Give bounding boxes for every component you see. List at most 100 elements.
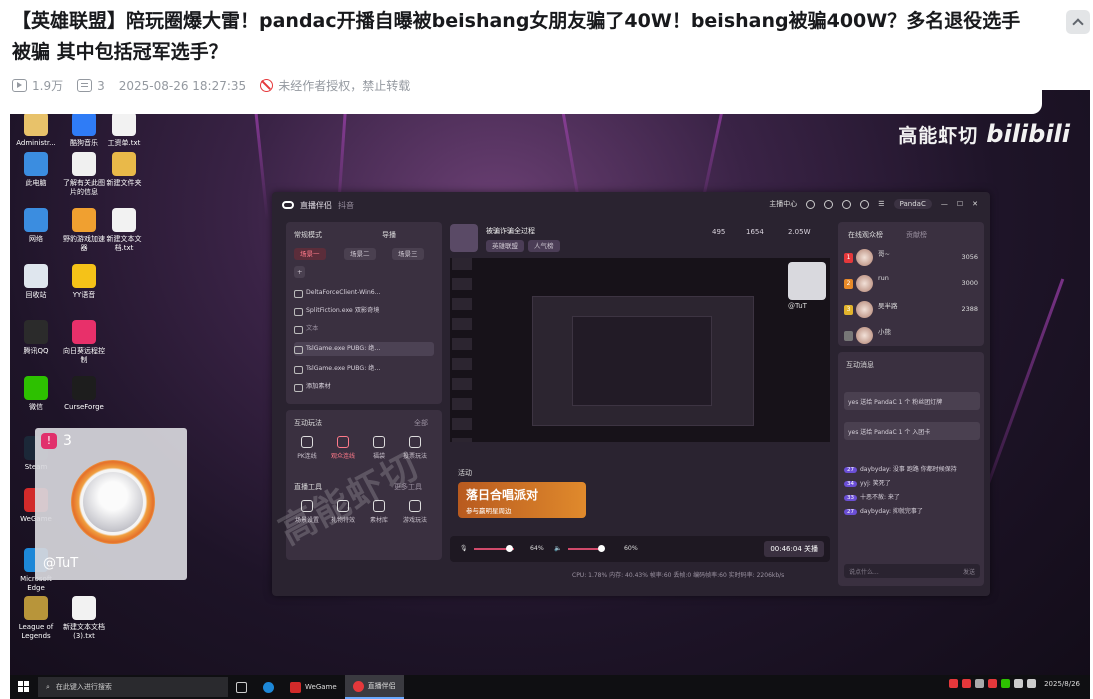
video-player[interactable]: 高能虾切 bilibili Administr... 酷狗音乐 工资单.txt 此电脑… [10,90,1090,699]
scene-tab-3[interactable]: 场景三 [392,248,424,260]
desktop-icon-label: 新建文本文档 (3).txt [63,623,105,640]
close-icon[interactable]: ✕ [972,200,978,208]
desktop-icon[interactable]: 新建文本文档.txt [102,208,146,253]
speaker-slider-knob[interactable] [598,545,605,552]
desktop-icon[interactable]: 微信 [14,376,58,412]
source-row-selected[interactable]: TslGame.exe PUBG: 绝... [294,342,434,356]
popularity-tag[interactable]: 人气榜 [528,240,560,252]
headset-icon[interactable] [824,199,834,209]
mode-label[interactable]: 常规模式 [294,230,322,240]
menu-icon[interactable]: ☰ [878,200,884,208]
desktop-app-icon [112,208,136,232]
chat-input[interactable]: 说点什么... 发送 [844,564,980,578]
desktop-icon[interactable]: 酷狗音乐 [62,112,106,148]
add-source-button[interactable]: 添加素材 [294,380,434,394]
desktop-icon[interactable]: 此电脑 [14,152,58,188]
scene-tab-1[interactable]: 场景一 [294,248,326,260]
tray-icon[interactable] [1014,679,1024,688]
desktop-icon[interactable]: CurseForge [62,376,106,412]
scene-tab-2[interactable]: 场景二 [344,248,376,260]
user-account[interactable]: PandaC [893,199,932,209]
live-timer-end-button[interactable]: 00:46:04 关播 [764,541,824,557]
maximize-icon[interactable]: ☐ [957,200,963,208]
viewer-avatar [856,275,873,292]
desktop-icon-label: League of Legends [18,623,54,640]
publish-time: 2025-08-26 18:27:35 [118,78,247,93]
anchor-center-link[interactable]: 主播中心 [769,199,797,209]
viewer-row[interactable]: 2 run 3000 [844,272,980,296]
desktop-icon[interactable]: 网络 [14,208,58,244]
taskbar-search[interactable]: ⌕ 在此键入进行搜索 [38,677,228,697]
windows-start-icon[interactable] [10,675,38,699]
message-icon[interactable] [842,199,852,209]
desktop-icon[interactable]: 向日葵远程控制 [62,320,106,365]
stat-likes: 1654 [746,228,764,236]
stream-preview[interactable]: @TuT [450,258,830,442]
watermark-text: 高能虾切 [898,124,979,147]
guide-label[interactable]: 导播 [382,230,396,240]
desktop-icon-label: 工资单.txt [107,139,141,147]
stream-title[interactable]: 被骗诈骗全过程 [486,226,535,236]
desktop-icon-label: 此电脑 [25,179,47,187]
desktop-icon[interactable]: 工资单.txt [102,112,146,148]
viewer-count: 3 [63,433,72,449]
send-button[interactable]: 发送 [963,567,975,576]
desktop-icon[interactable]: YY语音 [62,264,106,300]
collapse-button[interactable] [1066,10,1090,34]
desktop-icon[interactable]: 新建文件夹 [102,152,146,188]
mic-slider-knob[interactable] [506,545,513,552]
app-title: 直播伴侣 [300,200,332,210]
audience-link-tool[interactable]: 观众连线 [326,436,360,460]
desktop-icon[interactable]: 新建文本文档 (3).txt [62,596,106,641]
pk-tool[interactable]: PK连线 [290,436,324,460]
online-tab[interactable]: 在线观众榜 [848,230,883,240]
taskbar-app-live-companion[interactable]: 直播伴侣 [344,675,404,699]
activity-banner-sub: 参与赢明星周边 [466,507,512,515]
stream-cover [450,224,478,252]
viewer-row[interactable]: 3 吴半路 2388 [844,298,980,322]
desktop-app-icon [72,376,96,400]
minimize-icon[interactable]: — [941,200,948,208]
chat-message: 34 yyj: 笑死了 [844,478,980,487]
speaker-slider[interactable] [568,548,600,550]
desktop-icon[interactable]: 回收站 [14,264,58,300]
tray-icon[interactable] [949,679,959,688]
source-row[interactable]: SplitFiction.exe 双影奇境 [294,304,434,318]
desktop-icon[interactable]: League of Legends [14,596,58,641]
danmaku-count: 3 [97,78,105,93]
viewer-row[interactable]: 小熊 [844,324,980,348]
desktop-icon[interactable]: 了解有关此图片的信息 [62,152,106,197]
desktop-icon[interactable]: Administr... [14,112,58,148]
contribution-tab[interactable]: 贡献榜 [906,230,927,240]
source-row[interactable]: TslGame.exe PUBG: 绝... [294,362,434,376]
tray-icon[interactable] [975,679,985,688]
app-subtitle: 抖音 [338,200,354,210]
record-icon[interactable] [806,199,816,209]
game-play-tool[interactable]: 游戏玩法 [398,500,432,524]
help-icon[interactable] [860,199,870,209]
chat-message-text: daybyday: 抑就完事了 [860,508,923,515]
chevron-up-icon [1072,18,1084,30]
task-view-icon[interactable] [228,675,255,699]
viewer-row[interactable]: 1 哥~ 3056 [844,246,980,270]
tray-icon[interactable] [988,679,998,688]
nested-preview-inner [572,316,712,406]
desktop-icon[interactable]: 野豹游戏加速器 [62,208,106,253]
taskbar-app-wegame[interactable]: WeGame [282,675,345,699]
source-row[interactable]: 文本 [294,322,434,336]
all-link[interactable]: 全部 [414,418,428,428]
mic-icon[interactable]: 🎙 [460,544,468,552]
tray-icon[interactable] [962,679,972,688]
tray-icon[interactable] [1027,679,1037,688]
fan-level-badge: 34 [844,481,857,487]
edge-taskbar-icon[interactable] [255,675,282,699]
speaker-icon[interactable]: 🔈 [554,544,562,552]
tray-icon[interactable] [1001,679,1011,688]
desktop-app-icon [24,320,48,344]
add-scene-icon[interactable]: + [294,266,306,278]
source-row[interactable]: DeltaForceClient-Win6... [294,286,434,300]
activity-banner[interactable]: 落日合唱派对 参与赢明星周边 [458,482,586,518]
desktop-icon[interactable]: 腾讯QQ [14,320,58,356]
category-tag[interactable]: 英雄联盟 [486,240,524,252]
viewer-avatar [856,249,873,266]
